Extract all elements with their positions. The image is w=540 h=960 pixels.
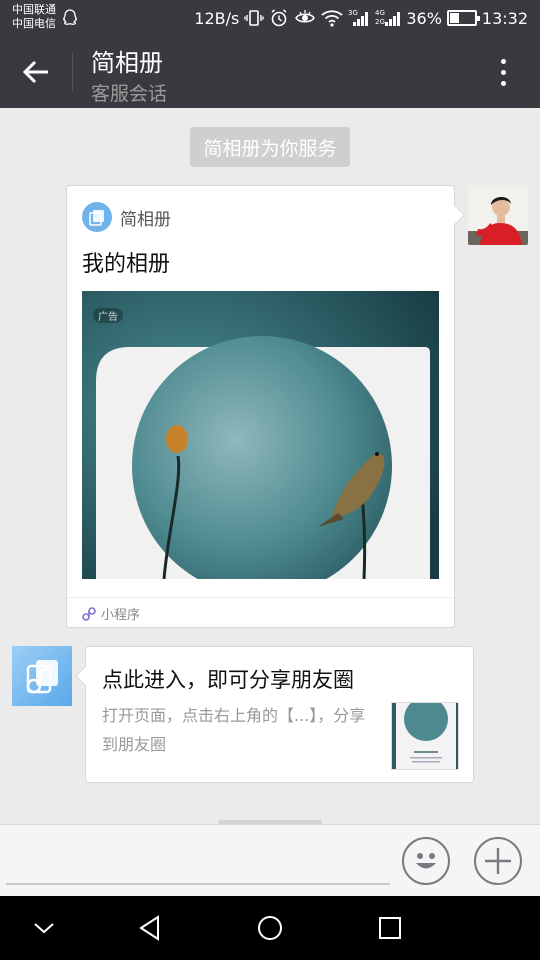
emoji-icon xyxy=(416,853,436,869)
qq-icon xyxy=(63,9,77,25)
album-cover-image: 广告 xyxy=(82,291,439,579)
input-bar xyxy=(0,824,540,896)
svg-text:2G: 2G xyxy=(375,18,385,26)
carrier-1: 中国联通 xyxy=(12,3,56,16)
mini-program-logo-icon xyxy=(82,202,112,232)
mini-program-name: 简相册 xyxy=(120,209,171,230)
chat-header: 简相册 客服会话 xyxy=(0,36,540,108)
battery-icon xyxy=(446,10,480,26)
status-indicators: 12B/s 3G 4G 2G 36% 13:32 xyxy=(194,0,528,36)
service-link-thumbnail xyxy=(391,702,459,770)
mini-program-card[interactable]: 简相册 我的相册 广告 小程序 xyxy=(66,185,465,628)
bubble-tail xyxy=(445,205,465,225)
battery-percent: 36% xyxy=(406,8,442,28)
battery-level xyxy=(449,13,460,23)
header-divider xyxy=(72,52,73,92)
alarm-icon xyxy=(271,9,287,27)
arrow-left-icon xyxy=(22,60,48,84)
back-button[interactable] xyxy=(10,46,62,98)
network-speed: 12B/s xyxy=(194,8,240,28)
signal-4g-icon: 4G2G xyxy=(375,9,401,26)
status-bar: 中国联通 中国电信 12B/s 3G 4G 2G 36% 13:32 xyxy=(0,0,540,36)
bubble-tail xyxy=(75,666,95,686)
more-vertical-icon[interactable] xyxy=(488,50,518,94)
recents-square-icon[interactable] xyxy=(366,904,414,952)
clock: 13:32 xyxy=(481,8,528,28)
ad-badge: 广告 xyxy=(93,308,123,323)
avatar[interactable] xyxy=(468,185,528,245)
service-link-title: 点此进入，即可分享朋友圈 xyxy=(102,668,354,692)
emoji-button[interactable] xyxy=(402,837,450,885)
vibrate-icon xyxy=(244,10,265,26)
page-title: 简相册 xyxy=(91,49,163,77)
home-circle-icon[interactable] xyxy=(246,904,294,952)
svg-text:3G: 3G xyxy=(348,9,358,17)
mini-program-footer: 小程序 xyxy=(82,604,140,623)
mini-program-title: 我的相册 xyxy=(82,252,171,277)
eye-icon xyxy=(295,10,316,23)
carrier-info: 中国联通 中国电信 xyxy=(12,3,56,31)
system-message: 简相册为你服务 xyxy=(190,127,350,167)
service-avatar[interactable] xyxy=(12,646,72,706)
page-subtitle: 客服会话 xyxy=(91,83,168,105)
plus-button[interactable] xyxy=(474,837,522,885)
wifi-icon xyxy=(321,10,343,27)
plus-icon xyxy=(485,848,511,874)
message-input[interactable] xyxy=(6,883,390,885)
card-divider xyxy=(67,597,454,598)
svg-text:4G: 4G xyxy=(375,9,385,17)
back-triangle-icon[interactable] xyxy=(126,904,174,952)
mini-program-header: 简相册 xyxy=(82,202,171,232)
carrier-2: 中国电信 xyxy=(12,17,56,30)
mini-program-icon xyxy=(82,606,96,621)
chevron-down-icon[interactable] xyxy=(20,904,68,952)
signal-3g-icon: 3G xyxy=(348,9,369,26)
mini-program-label: 小程序 xyxy=(101,608,141,623)
service-link-card[interactable]: 点此进入，即可分享朋友圈 打开页面，点击右上角的【...】，分享到朋友圈 xyxy=(75,646,474,783)
service-link-description: 打开页面，点击右上角的【...】，分享到朋友圈 xyxy=(102,706,366,754)
system-navigation-bar xyxy=(0,896,540,960)
